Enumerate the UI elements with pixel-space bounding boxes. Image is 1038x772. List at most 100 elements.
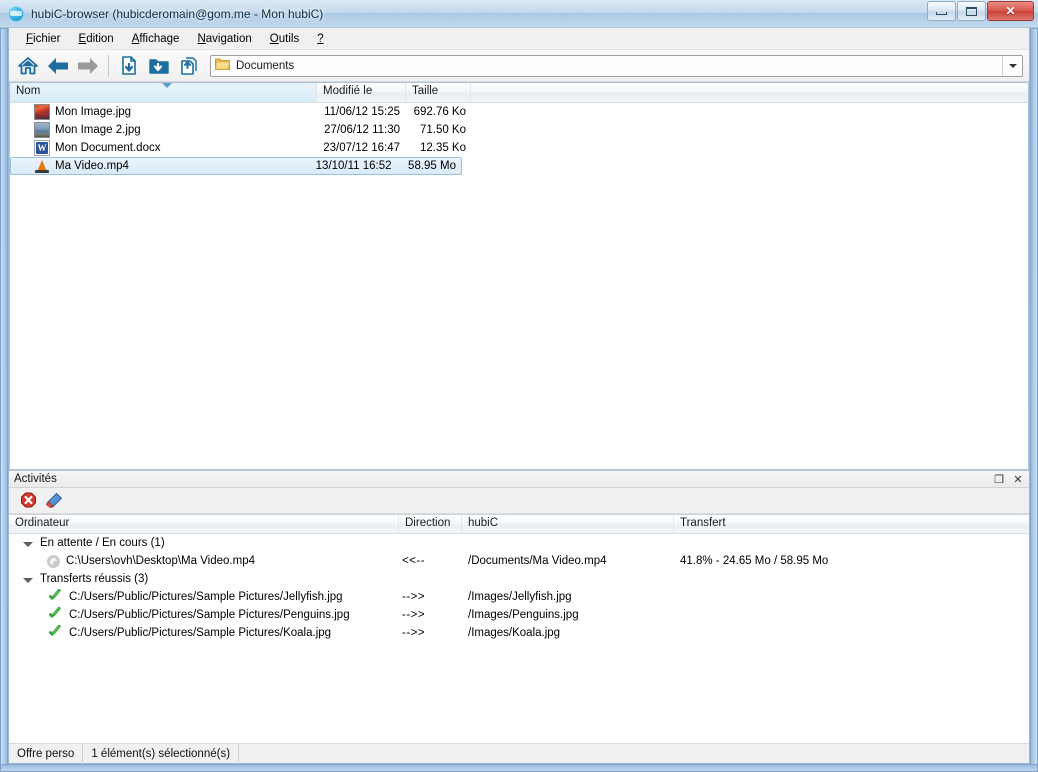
activities-list-header: Ordinateur Direction hubiC Transfert bbox=[9, 515, 1029, 534]
file-row[interactable]: Ma Video.mp4 13/10/11 16:52 58.95 Mo bbox=[10, 157, 462, 175]
activity-row[interactable]: C:\Users\ovh\Desktop\Ma Video.mp4 <<-- /Do… bbox=[9, 552, 1029, 570]
file-row[interactable]: Mon Image.jpg 11/06/12 15:25 692.76 Ko bbox=[10, 103, 1028, 121]
tree-expanded-icon[interactable] bbox=[23, 577, 33, 583]
window-client-area: Fichier Edition Affichage Navigation Out… bbox=[8, 28, 1030, 764]
tree-expanded-icon[interactable] bbox=[23, 541, 33, 547]
column-header-ordinateur[interactable]: Ordinateur bbox=[9, 515, 399, 533]
column-header-filler bbox=[471, 83, 1028, 102]
activity-hubic-cell: /Documents/Ma Video.mp4 bbox=[468, 555, 607, 567]
activity-row[interactable]: C:/Users/Public/Pictures/Sample Pictures… bbox=[9, 606, 1029, 624]
chevron-down-icon bbox=[1008, 63, 1017, 68]
file-list-header: Nom Modifié le Taille bbox=[10, 83, 1028, 103]
download-file-icon bbox=[122, 55, 136, 75]
menu-outils[interactable]: Outils bbox=[261, 30, 308, 48]
activity-row[interactable]: C:/Users/Public/Pictures/Sample Pictures… bbox=[9, 624, 1029, 642]
eraser-icon bbox=[46, 493, 62, 508]
activity-row[interactable]: C:/Users/Public/Pictures/Sample Pictures… bbox=[9, 588, 1029, 606]
column-header-modifie-le[interactable]: Modifié le bbox=[317, 83, 406, 102]
file-size-cell: 12.35 Ko bbox=[419, 142, 466, 154]
file-size-cell: 692.76 Ko bbox=[413, 106, 466, 118]
address-value: Documents bbox=[236, 59, 295, 72]
window-border-bottom bbox=[0, 764, 1038, 772]
folder-icon bbox=[215, 57, 230, 75]
maximize-icon bbox=[966, 6, 977, 16]
file-name-cell: Mon Document.docx bbox=[10, 140, 317, 156]
activity-transfer-cell: 41.8% - 24.65 Mo / 58.95 Mo bbox=[680, 555, 829, 567]
activity-hubic-cell: /Images/Penguins.jpg bbox=[468, 609, 579, 621]
back-button[interactable] bbox=[43, 52, 73, 80]
activity-group-row[interactable]: Transferts réussis (3) bbox=[9, 570, 1029, 588]
success-check-icon bbox=[47, 625, 63, 641]
activity-computer-cell: C:\Users\ovh\Desktop\Ma Video.mp4 bbox=[9, 554, 399, 568]
cancel-transfer-button[interactable] bbox=[15, 490, 41, 512]
activity-hubic-cell: /Images/Jellyfish.jpg bbox=[468, 591, 572, 603]
hubic-logo-icon bbox=[8, 5, 24, 22]
file-row[interactable]: Mon Image 2.jpg 27/06/12 11:30 71.50 Ko bbox=[10, 121, 1028, 139]
column-header-direction[interactable]: Direction bbox=[399, 515, 462, 533]
forward-button[interactable] bbox=[73, 52, 103, 80]
column-header-transfert[interactable]: Transfert bbox=[674, 515, 1029, 533]
file-date-cell: 27/06/12 11:30 bbox=[324, 124, 400, 136]
column-header-taille[interactable]: Taille bbox=[406, 83, 471, 102]
menu-bar: Fichier Edition Affichage Navigation Out… bbox=[9, 28, 1029, 50]
window-controls: ✕ bbox=[926, 1, 1034, 21]
menu-edition[interactable]: Edition bbox=[70, 30, 123, 48]
close-button[interactable]: ✕ bbox=[987, 1, 1034, 21]
in-progress-icon bbox=[47, 555, 60, 568]
sort-descending-icon bbox=[162, 83, 172, 88]
download-file-button[interactable] bbox=[114, 52, 144, 80]
file-date-cell: 11/06/12 15:25 bbox=[324, 106, 400, 118]
address-dropdown-button[interactable] bbox=[1002, 55, 1022, 76]
window-title: hubiC-browser (hubicderomain@gom.me - Mo… bbox=[31, 6, 324, 21]
home-button[interactable] bbox=[13, 52, 43, 80]
menu-aide[interactable]: ? bbox=[308, 30, 332, 48]
status-bar: Offre perso 1 élément(s) sélectionné(s) bbox=[9, 743, 1029, 764]
success-check-icon bbox=[47, 589, 63, 605]
main-toolbar: Documents bbox=[9, 50, 1029, 82]
float-panel-button[interactable]: ❐ bbox=[991, 471, 1007, 487]
activity-computer-path: C:/Users/Public/Pictures/Sample Pictures… bbox=[69, 609, 350, 621]
menu-navigation[interactable]: Navigation bbox=[188, 30, 260, 48]
file-name-label: Mon Image.jpg bbox=[55, 106, 132, 118]
menu-fichier[interactable]: Fichier bbox=[17, 30, 70, 48]
activity-computer-path: C:/Users/Public/Pictures/Sample Pictures… bbox=[69, 591, 343, 603]
title-bar[interactable]: hubiC-browser (hubicderomain@gom.me - Mo… bbox=[0, 0, 1038, 28]
download-folder-icon bbox=[149, 58, 169, 74]
column-header-hubic[interactable]: hubiC bbox=[462, 515, 674, 533]
activity-direction-cell: -->> bbox=[402, 591, 426, 603]
upload-button[interactable] bbox=[174, 52, 204, 80]
maximize-button[interactable] bbox=[957, 1, 986, 21]
file-name-cell: Mon Image 2.jpg bbox=[10, 122, 317, 138]
activity-group-row[interactable]: En attente / En cours (1) bbox=[9, 534, 1029, 552]
window-border-left bbox=[0, 28, 8, 772]
address-bar[interactable]: Documents bbox=[210, 54, 1023, 77]
home-icon bbox=[18, 56, 38, 74]
file-name-cell: Ma Video.mp4 bbox=[11, 158, 311, 174]
file-list[interactable]: Nom Modifié le Taille Mon Image.jpg 11/06… bbox=[9, 82, 1029, 470]
close-icon: ✕ bbox=[1005, 4, 1016, 18]
file-size-cell: 58.95 Mo bbox=[408, 160, 456, 172]
toolbar-separator bbox=[108, 54, 109, 77]
activities-panel: Activités ❐ ✕ Ordinateur Direction hubiC… bbox=[9, 470, 1029, 743]
file-list-body: Mon Image.jpg 11/06/12 15:25 692.76 Ko Mon … bbox=[10, 103, 1028, 175]
activity-computer-path: C:/Users/Public/Pictures/Sample Pictures… bbox=[69, 627, 332, 639]
file-date-cell: 13/10/11 16:52 bbox=[315, 160, 392, 172]
file-date-cell: 23/07/12 16:47 bbox=[323, 142, 400, 154]
activity-computer-cell: C:/Users/Public/Pictures/Sample Pictures… bbox=[9, 589, 399, 605]
activities-panel-titlebar[interactable]: Activités ❐ ✕ bbox=[9, 470, 1029, 488]
file-name-cell: Mon Image.jpg bbox=[10, 104, 317, 120]
download-folder-button[interactable] bbox=[144, 52, 174, 80]
image-thumbnail-icon bbox=[34, 122, 50, 138]
arrow-left-icon bbox=[48, 57, 68, 74]
activities-list[interactable]: Ordinateur Direction hubiC Transfert En … bbox=[9, 514, 1029, 743]
clear-list-button[interactable] bbox=[41, 490, 67, 512]
activity-hubic-cell: /Images/Koala.jpg bbox=[468, 627, 561, 639]
close-panel-button[interactable]: ✕ bbox=[1010, 471, 1026, 487]
upload-files-icon bbox=[181, 56, 197, 75]
minimize-button[interactable] bbox=[927, 1, 956, 21]
status-selection: 1 élément(s) sélectionné(s) bbox=[83, 743, 240, 764]
activities-toolbar bbox=[9, 488, 1029, 514]
menu-affichage[interactable]: Affichage bbox=[123, 30, 189, 48]
file-row[interactable]: Mon Document.docx 23/07/12 16:47 12.35 Ko bbox=[10, 139, 1028, 157]
activity-computer-cell: C:/Users/Public/Pictures/Sample Pictures… bbox=[9, 607, 399, 623]
